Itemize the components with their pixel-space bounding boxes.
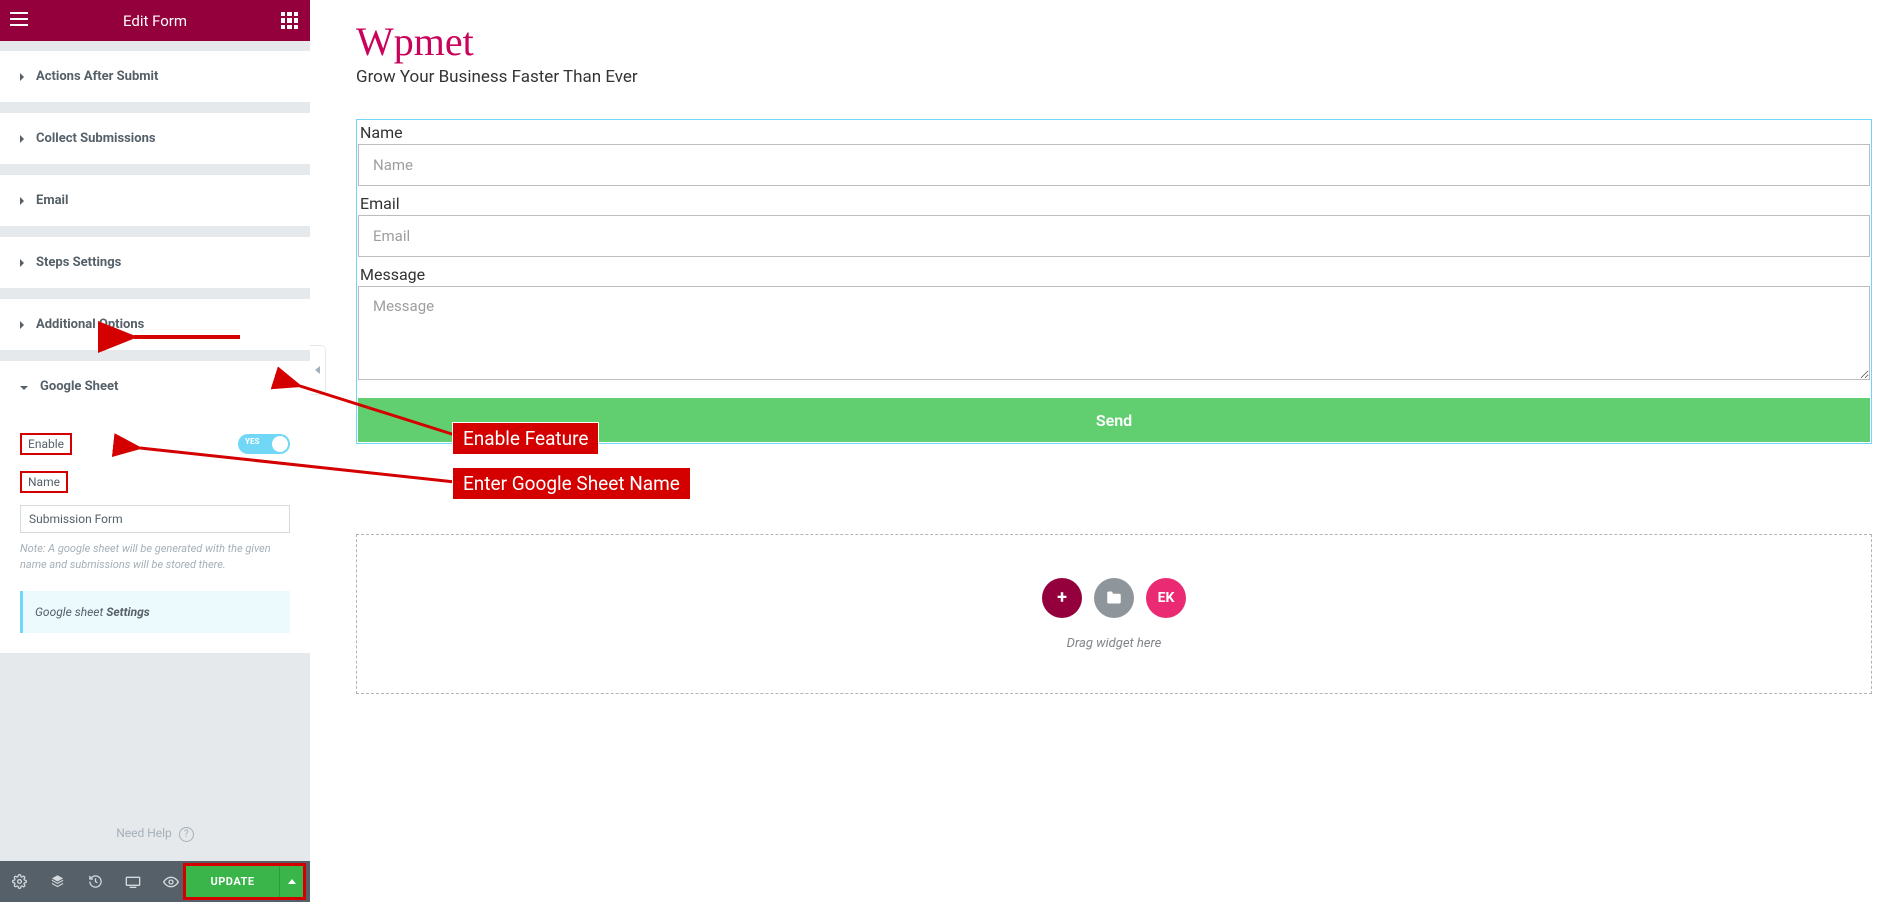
google-sheet-body: Enable YES Name Note: A google sheet wil… <box>0 412 310 653</box>
responsive-icon[interactable] <box>114 861 152 902</box>
settings-gear-icon[interactable] <box>0 861 38 902</box>
name-field-label: Name <box>358 121 1870 144</box>
section-label: Email <box>36 193 68 208</box>
sheet-name-input[interactable] <box>20 505 290 533</box>
settings-link-box[interactable]: Google sheet Settings <box>20 591 290 633</box>
name-label: Name <box>20 471 68 493</box>
dropzone-buttons: + EK <box>1042 578 1186 618</box>
section-google-sheet: Google Sheet Enable YES Name Note: A goo… <box>0 361 310 654</box>
brand-title: Wpmet <box>356 18 1872 65</box>
section-collect-submissions: Collect Submissions <box>0 113 310 165</box>
email-field-input[interactable] <box>358 215 1870 257</box>
section-head-steps-settings[interactable]: Steps Settings <box>0 237 310 288</box>
caret-right-icon <box>20 73 24 81</box>
navigator-icon[interactable] <box>38 861 76 902</box>
name-label-row: Name <box>20 465 290 499</box>
caret-right-icon <box>20 321 24 329</box>
email-field-label: Email <box>358 192 1870 215</box>
section-steps-settings: Steps Settings <box>0 237 310 289</box>
plus-icon: + <box>1057 587 1067 608</box>
need-help[interactable]: Need Help ? <box>0 826 310 842</box>
section-gap <box>0 351 310 361</box>
toggle-knob-icon <box>272 436 288 452</box>
name-field-input[interactable] <box>358 144 1870 186</box>
apps-icon[interactable] <box>281 12 298 29</box>
settings-prefix: Google sheet <box>35 605 106 619</box>
section-actions-after-submit: Actions After Submit <box>0 51 310 103</box>
section-head-collect-submissions[interactable]: Collect Submissions <box>0 113 310 164</box>
caret-right-icon <box>20 135 24 143</box>
section-gap <box>0 103 310 113</box>
brand-tagline: Grow Your Business Faster Than Ever <box>356 67 1872 87</box>
form-widget[interactable]: Name Email Message Send <box>356 119 1872 444</box>
message-field-label: Message <box>358 263 1870 286</box>
ek-icon: EK <box>1158 590 1175 606</box>
panel-footer: UPDATE <box>0 861 310 902</box>
section-additional-options: Additional Options <box>0 299 310 351</box>
dropzone-hint: Drag widget here <box>1067 636 1162 651</box>
section-email: Email <box>0 175 310 227</box>
section-label: Actions After Submit <box>36 69 158 84</box>
settings-bold: Settings <box>106 605 150 619</box>
template-library-button[interactable] <box>1094 578 1134 618</box>
section-head-actions-after-submit[interactable]: Actions After Submit <box>0 51 310 102</box>
section-gap <box>0 41 310 51</box>
section-gap <box>0 165 310 175</box>
section-head-additional-options[interactable]: Additional Options <box>0 299 310 350</box>
enable-label: Enable <box>20 433 72 455</box>
annotation-enable: Enable Feature <box>452 422 599 455</box>
help-icon: ? <box>179 827 194 842</box>
help-text: Need Help <box>116 826 172 840</box>
section-label: Additional Options <box>36 317 144 332</box>
section-label: Steps Settings <box>36 255 121 270</box>
panel-title: Edit Form <box>123 12 187 30</box>
message-field-input[interactable] <box>358 286 1870 380</box>
section-head-google-sheet[interactable]: Google Sheet <box>0 361 310 412</box>
section-label: Google Sheet <box>40 379 118 394</box>
widget-dropzone[interactable]: + EK Drag widget here <box>356 534 1872 694</box>
section-gap <box>0 227 310 237</box>
menu-icon[interactable] <box>10 12 28 26</box>
caret-right-icon <box>20 259 24 267</box>
section-head-email[interactable]: Email <box>0 175 310 226</box>
update-button[interactable]: UPDATE <box>186 866 279 897</box>
caret-right-icon <box>20 197 24 205</box>
caret-down-icon <box>20 386 28 390</box>
caret-up-icon <box>288 879 296 884</box>
folder-icon <box>1105 590 1123 605</box>
update-options-button[interactable] <box>279 866 303 897</box>
enable-toggle[interactable]: YES <box>238 434 290 454</box>
section-label: Collect Submissions <box>36 131 156 146</box>
editor-panel: Edit Form Actions After Submit Collect S… <box>0 0 310 902</box>
collapse-panel-button[interactable] <box>310 345 326 395</box>
sheet-note: Note: A google sheet will be generated w… <box>20 541 290 573</box>
caret-left-icon <box>315 366 320 374</box>
history-icon[interactable] <box>76 861 114 902</box>
toggle-yes-text: YES <box>245 437 259 446</box>
section-gap <box>0 289 310 299</box>
enable-row: Enable YES <box>20 427 290 461</box>
update-wrapper: UPDATE <box>183 863 306 900</box>
panel-header: Edit Form <box>0 0 310 41</box>
add-section-button[interactable]: + <box>1042 578 1082 618</box>
elementskit-button[interactable]: EK <box>1146 578 1186 618</box>
annotation-name: Enter Google Sheet Name <box>452 467 691 500</box>
